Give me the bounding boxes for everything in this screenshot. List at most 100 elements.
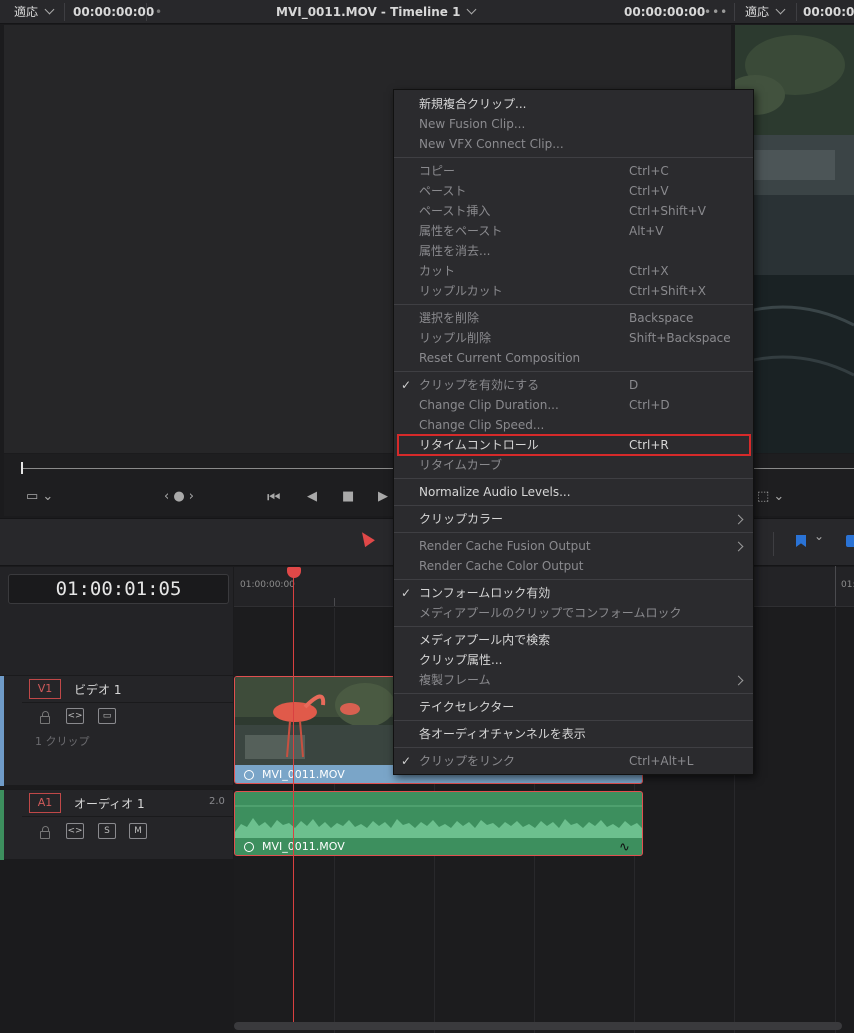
settings-dot-icon[interactable]: • <box>155 0 162 24</box>
auto-select-icon[interactable]: <> <box>66 823 84 839</box>
track-visibility-icon[interactable]: ▭ <box>98 708 116 724</box>
menu-separator <box>394 371 753 372</box>
scrub-playhead[interactable] <box>21 462 23 474</box>
menu-item-paste-attributes[interactable]: 属性をペースト Alt+V <box>394 221 753 241</box>
channel-format: 2.0 <box>209 796 225 807</box>
zoom-left-dropdown[interactable]: 適応 <box>14 0 55 24</box>
menu-item-enable-clip[interactable]: ✓ クリップを有効にする D <box>394 375 753 395</box>
menu-item-change-clip-duration[interactable]: Change Clip Duration... Ctrl+D <box>394 395 753 415</box>
more-options-icon[interactable]: ••• <box>704 0 728 24</box>
menu-item-paste[interactable]: ペースト Ctrl+V <box>394 181 753 201</box>
chevron-right-icon <box>733 675 744 686</box>
menu-item-label: クリップをリンク <box>419 754 516 768</box>
lock-icon[interactable] <box>40 711 50 724</box>
track-name[interactable]: オーディオ 1 <box>74 795 145 812</box>
menu-item-label: New VFX Connect Clip... <box>419 137 564 151</box>
divider <box>22 702 233 703</box>
menu-item-label: 属性を消去... <box>419 244 491 258</box>
transform-icon[interactable]: ⬚ ⌄ <box>757 487 784 507</box>
chevron-down-icon[interactable]: ⌄ <box>814 529 824 543</box>
checkmark-icon: ✓ <box>401 378 412 392</box>
solo-button[interactable]: S <box>98 823 116 839</box>
menu-item-conform-lock-media-pool[interactable]: メディアプールのクリップでコンフォームロック <box>394 603 753 623</box>
menu-item-conform-lock[interactable]: ✓ コンフォームロック有効 <box>394 583 753 603</box>
timeline-title: MVI_0011.MOV - Timeline 1 <box>276 5 461 19</box>
menu-item-label: Reset Current Composition <box>419 351 581 365</box>
menu-item-new-compound-clip[interactable]: 新規複合クリップ... <box>394 94 753 114</box>
menu-item-cut[interactable]: カット Ctrl+X <box>394 261 753 281</box>
play-icon[interactable]: ▶ <box>378 487 388 507</box>
chevron-right-icon <box>733 541 744 552</box>
go-to-start-icon[interactable]: ⏮ <box>267 487 281 507</box>
viewer-options-icon[interactable]: ▭ ⌄ <box>26 487 53 507</box>
menu-item-retime-controls[interactable]: リタイムコントロール Ctrl+R <box>394 435 753 455</box>
menu-item-label: コピー <box>419 164 456 178</box>
divider <box>22 816 233 817</box>
track-name[interactable]: ビデオ 1 <box>74 681 121 698</box>
menu-separator <box>394 747 753 748</box>
track-color-bar <box>0 790 4 860</box>
menu-item-retime-curve[interactable]: リタイムカーブ <box>394 455 753 475</box>
flag-icon[interactable] <box>846 535 854 547</box>
menu-item-clip-attributes[interactable]: クリップ属性... <box>394 650 753 670</box>
menu-separator <box>394 304 753 305</box>
timeline-timecode: 00:00:07 <box>803 5 854 19</box>
menu-item-link-clips[interactable]: ✓ クリップをリンク Ctrl+Alt+L <box>394 751 753 771</box>
mute-button[interactable]: M <box>129 823 147 839</box>
chevron-down-icon <box>467 4 477 15</box>
clip-count: 1 クリップ <box>35 735 90 748</box>
menu-item-find-in-media-pool[interactable]: メディアプール内で検索 <box>394 630 753 650</box>
menu-item-label: メディアプール内で検索 <box>419 633 551 647</box>
menu-item-shortcut: Ctrl+Alt+L <box>629 754 694 768</box>
menu-item-label: クリップを有効にする <box>419 378 540 392</box>
menu-item-ripple-cut[interactable]: リップルカット Ctrl+Shift+X <box>394 281 753 301</box>
menu-item-change-clip-speed[interactable]: Change Clip Speed... <box>394 415 753 435</box>
track-color-bar <box>0 676 4 786</box>
jog-control-icon[interactable]: ‹ ● › <box>164 487 194 507</box>
zoom-right-dropdown[interactable]: 適応 <box>745 0 786 24</box>
menu-item-show-audio-channels[interactable]: 各オーディオチャンネルを表示 <box>394 724 753 744</box>
checkmark-icon: ✓ <box>401 586 412 600</box>
audio-clip[interactable]: MVI_0011.MOV ∿ <box>234 791 643 856</box>
timeline-timecode-display[interactable]: 01:00:01:05 <box>8 574 229 604</box>
menu-item-normalize-audio[interactable]: Normalize Audio Levels... <box>394 482 753 502</box>
stop-icon[interactable]: ■ <box>342 487 354 507</box>
menu-item-new-vfx-connect-clip[interactable]: New VFX Connect Clip... <box>394 134 753 154</box>
track-destination-badge[interactable]: V1 <box>29 679 61 699</box>
zoom-left-label: 適応 <box>14 5 39 19</box>
menu-item-remove-attributes[interactable]: 属性を消去... <box>394 241 753 261</box>
video-track-header[interactable]: V1 ビデオ 1 <> ▭ 1 クリップ <box>0 675 233 786</box>
menu-item-ripple-delete[interactable]: リップル削除 Shift+Backspace <box>394 328 753 348</box>
menu-separator <box>394 720 753 721</box>
menu-item-delete-selected[interactable]: 選択を削除 Backspace <box>394 308 753 328</box>
timeline-title-dropdown[interactable]: MVI_0011.MOV - Timeline 1 <box>276 0 477 24</box>
menu-item-copy[interactable]: コピー Ctrl+C <box>394 161 753 181</box>
menu-item-take-selector[interactable]: テイクセレクター <box>394 697 753 717</box>
menu-item-reset-composition[interactable]: Reset Current Composition <box>394 348 753 368</box>
menu-item-new-fusion-clip[interactable]: New Fusion Clip... <box>394 114 753 134</box>
audio-waveform <box>235 805 642 838</box>
link-icon <box>241 839 257 855</box>
clip-name: MVI_0011.MOV <box>262 768 345 781</box>
menu-item-label: クリップカラー <box>419 512 504 526</box>
menu-item-shortcut: Ctrl+Shift+X <box>629 284 706 298</box>
clip-name: MVI_0011.MOV <box>262 840 345 853</box>
menu-item-label: Normalize Audio Levels... <box>419 485 571 499</box>
horizontal-scrollbar[interactable] <box>234 1022 842 1030</box>
lock-icon[interactable] <box>40 826 50 839</box>
menu-item-label: ペースト挿入 <box>419 204 491 218</box>
chevron-right-icon <box>733 514 744 525</box>
menu-item-label: リップルカット <box>419 284 503 298</box>
menu-item-shortcut: Ctrl+Shift+V <box>629 204 706 218</box>
menu-item-paste-insert[interactable]: ペースト挿入 Ctrl+Shift+V <box>394 201 753 221</box>
menu-item-duplicate-frames[interactable]: 複製フレーム <box>394 670 753 690</box>
audio-track-header[interactable]: A1 オーディオ 1 2.0 <> S M <box>0 789 233 860</box>
menu-item-label: リタイムコントロール <box>419 438 539 452</box>
menu-item-clip-color[interactable]: クリップカラー <box>394 509 753 529</box>
play-reverse-icon[interactable]: ◀ <box>307 487 317 507</box>
menu-item-render-cache-fusion[interactable]: Render Cache Fusion Output <box>394 536 753 556</box>
auto-select-icon[interactable]: <> <box>66 708 84 724</box>
chevron-down-icon <box>775 4 786 15</box>
menu-item-render-cache-color[interactable]: Render Cache Color Output <box>394 556 753 576</box>
track-destination-badge[interactable]: A1 <box>29 793 61 813</box>
